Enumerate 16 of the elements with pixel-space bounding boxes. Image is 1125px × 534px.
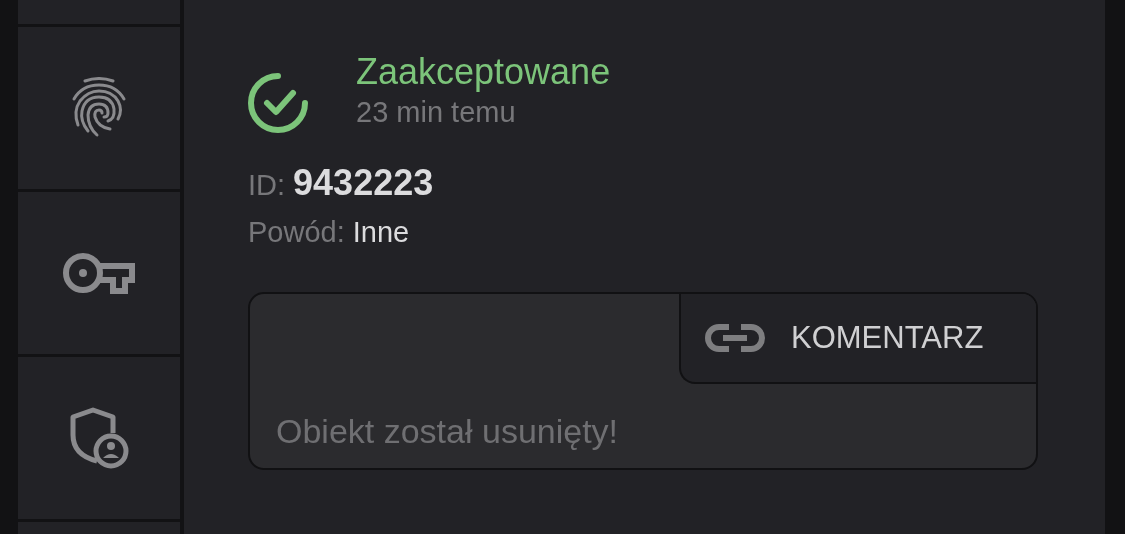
link-icon [705, 323, 765, 353]
sidebar-item[interactable] [18, 192, 180, 354]
status-title: Zaakceptowane [356, 50, 611, 94]
detail-value: Inne [352, 216, 410, 249]
sidebar-item[interactable] [18, 27, 180, 189]
detail-label: Powód: [248, 216, 345, 249]
shield-user-icon [69, 407, 129, 469]
detail-label: ID: [248, 169, 286, 202]
check-circle-icon [248, 72, 310, 134]
key-icon [62, 251, 136, 295]
sidebar-item[interactable] [18, 357, 180, 519]
status-time: 23 min temu [356, 95, 516, 130]
detail-value: 9432223 [293, 162, 434, 204]
fingerprint-icon [70, 77, 128, 139]
comment-text: Obiekt został usunięty! [275, 411, 619, 451]
comment-button[interactable]: KOMENTARZ [679, 294, 1036, 384]
